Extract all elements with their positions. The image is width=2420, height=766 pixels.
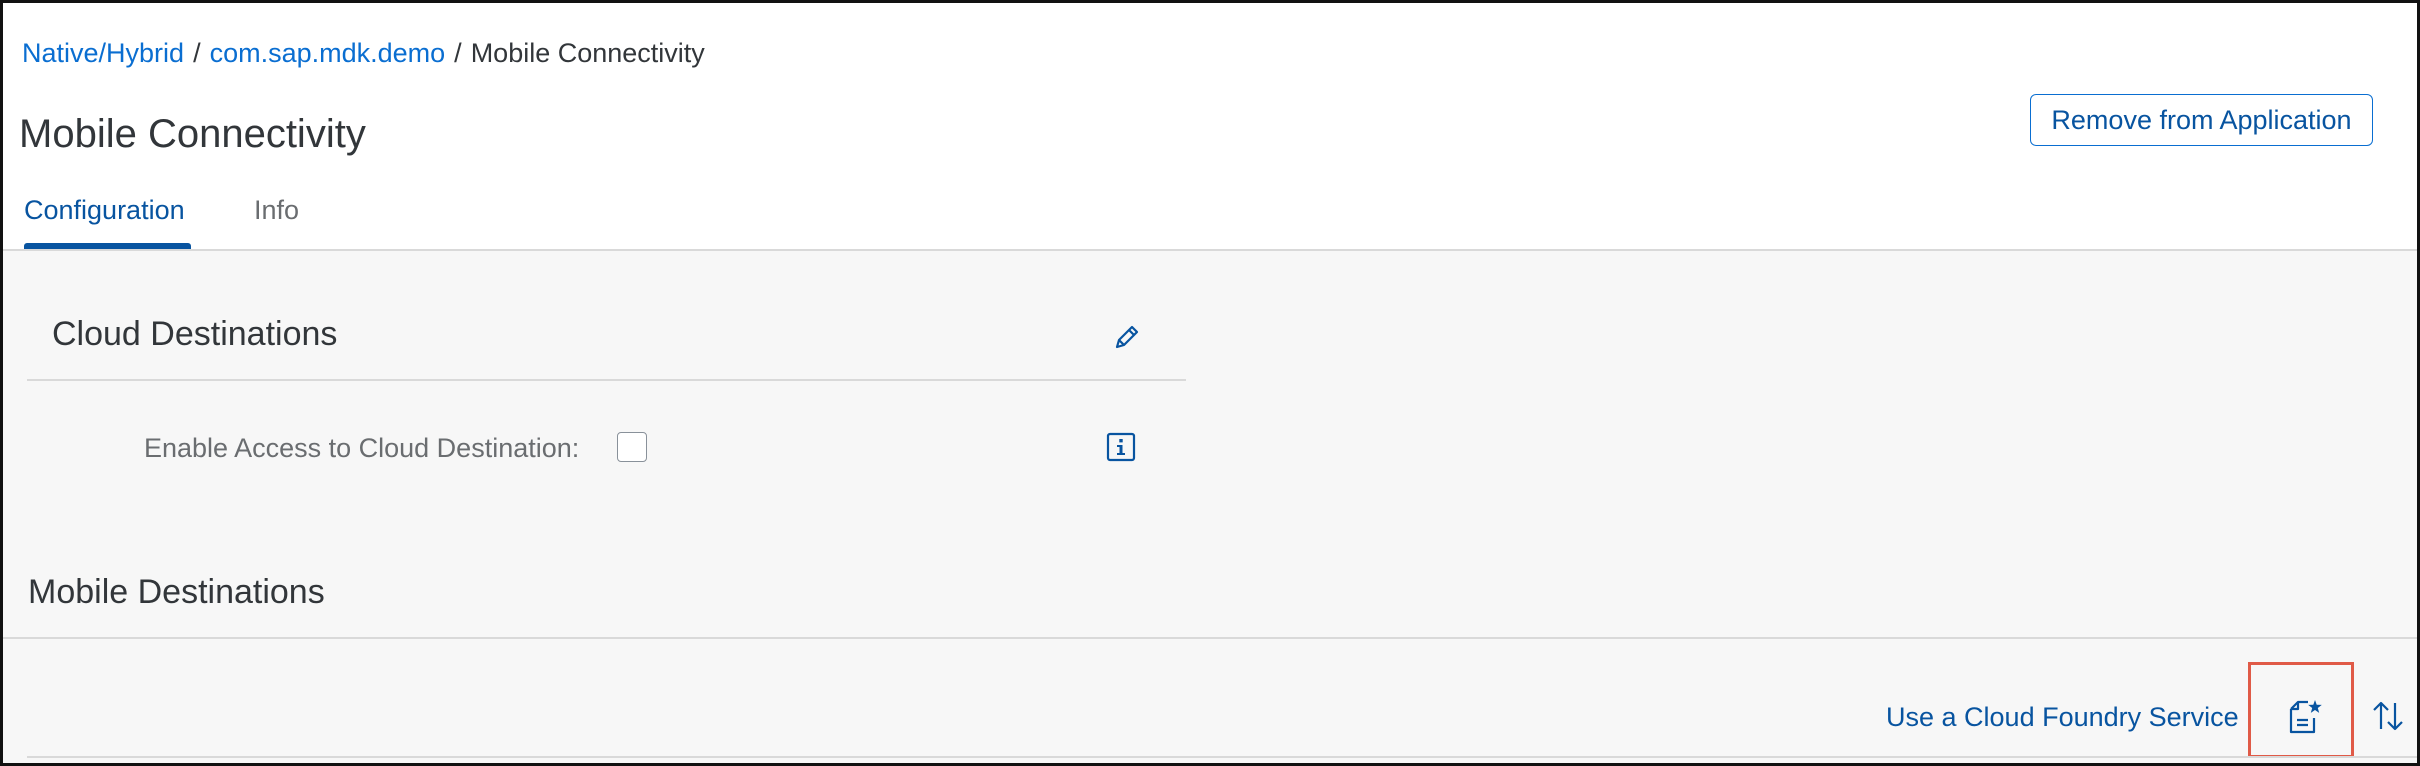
app-window: Native/Hybrid / com.sap.mdk.demo / Mobile Co… (0, 0, 2420, 766)
breadcrumb-link-native-hybrid[interactable]: Native/Hybrid (22, 38, 184, 68)
breadcrumb-link-app[interactable]: com.sap.mdk.demo (210, 38, 446, 68)
enable-cloud-destination-checkbox[interactable] (617, 432, 647, 462)
mobile-destinations-title: Mobile Destinations (28, 573, 325, 611)
remove-from-application-button[interactable]: Remove from Application (2030, 94, 2373, 146)
page-content: Cloud Destinations Enable Access to Clou… (3, 251, 2417, 763)
info-icon[interactable] (1106, 432, 1136, 462)
sort-icon[interactable] (2371, 699, 2405, 733)
table-top-divider (27, 756, 2417, 758)
breadcrumb-current: Mobile Connectivity (470, 38, 705, 68)
section-divider (27, 379, 1186, 381)
breadcrumb: Native/Hybrid / com.sap.mdk.demo / Mobile Co… (22, 36, 705, 70)
page-header: Native/Hybrid / com.sap.mdk.demo / Mobile Co… (3, 3, 2417, 251)
use-cloud-foundry-service-link[interactable]: Use a Cloud Foundry Service (1886, 700, 2239, 734)
page-title: Mobile Connectivity (19, 112, 366, 156)
section-divider (3, 637, 2417, 639)
new-document-icon[interactable] (2287, 698, 2323, 736)
enable-cloud-destination-label: Enable Access to Cloud Destination: (144, 433, 580, 463)
pencil-icon[interactable] (1111, 321, 1143, 353)
breadcrumb-separator: / (454, 38, 462, 68)
breadcrumb-separator: / (193, 38, 201, 68)
tab-bar: Configuration Info (3, 183, 803, 249)
cloud-destinations-title: Cloud Destinations (52, 315, 338, 353)
tab-info[interactable]: Info (254, 193, 299, 227)
tab-configuration[interactable]: Configuration (24, 193, 185, 227)
selected-tab-indicator (24, 243, 191, 249)
